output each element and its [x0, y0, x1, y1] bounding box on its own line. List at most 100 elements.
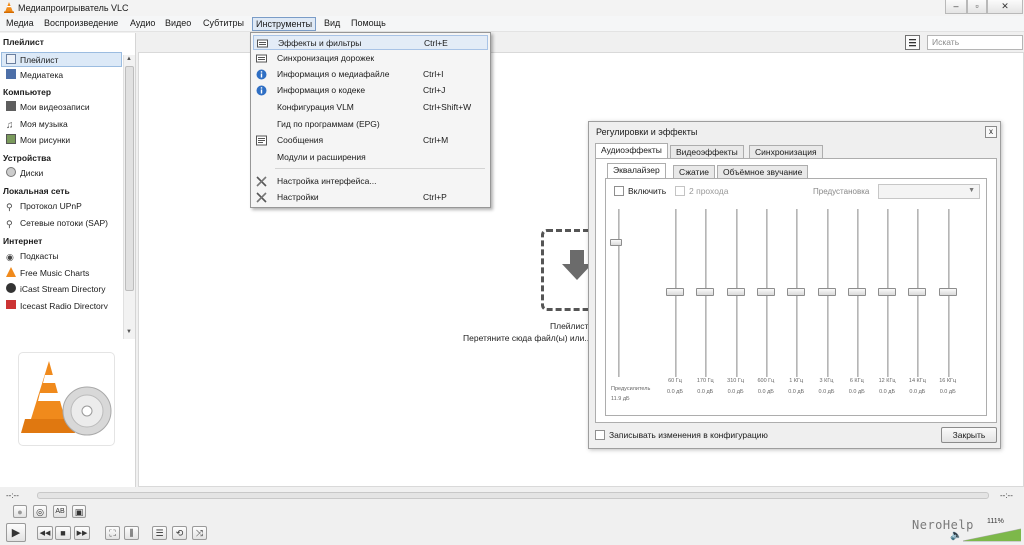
menu-item-vlm[interactable]: Конфигурация VLM Ctrl+Shift+W: [253, 100, 488, 115]
minimize-button[interactable]: –: [945, 0, 967, 14]
menu-view[interactable]: Вид: [321, 17, 343, 31]
sidebar-item-playlist[interactable]: Плейлист: [1, 52, 122, 67]
scrollbar-thumb[interactable]: [125, 66, 134, 291]
tab-audio-effects[interactable]: Аудиоэффекты: [595, 143, 668, 159]
preset-select[interactable]: ▼: [878, 184, 980, 199]
sidebar-item-podcasts[interactable]: ◉ Подкасты: [6, 249, 124, 264]
sidebar-item-my-videos[interactable]: Мои видеозаписи: [6, 100, 124, 115]
checkbox-box[interactable]: [595, 430, 605, 440]
speaker-icon[interactable]: 🔈: [950, 530, 962, 541]
menu-item-interface-settings[interactable]: Настройка интерфейса...: [253, 174, 488, 189]
eq-band-frequency: 170 Гц: [696, 378, 714, 384]
sidebar-item-discs[interactable]: Диски: [6, 166, 124, 181]
menu-item-codec-info[interactable]: Информация о кодеке Ctrl+J: [253, 83, 488, 98]
eq-band-knob[interactable]: [756, 288, 775, 296]
icast-icon: [6, 283, 16, 293]
next-button[interactable]: ▶▶: [74, 526, 90, 540]
tab-video-effects[interactable]: Видеоэффекты: [670, 145, 744, 159]
menu-video[interactable]: Видео: [162, 17, 194, 31]
menu-item-track-sync[interactable]: Синхронизация дорожек: [253, 51, 488, 66]
subtab-equalizer[interactable]: Эквалайзер: [607, 163, 666, 179]
sidebar-item-icecast[interactable]: Icecast Radio Directory: [6, 299, 124, 309]
eq-band-knob[interactable]: [878, 288, 897, 296]
search-input[interactable]: Искать: [927, 35, 1023, 50]
camera-icon: ◎: [36, 507, 44, 517]
vlc-cone-with-disc-icon: [21, 361, 112, 436]
menu-playback[interactable]: Воспроизведение: [41, 17, 121, 31]
frame-step-button[interactable]: ▣: [72, 505, 86, 518]
dialog-close-icon[interactable]: x: [985, 126, 997, 138]
menu-item-preferences[interactable]: Настройки Ctrl+P: [253, 190, 488, 205]
enable-checkbox[interactable]: Включить: [614, 186, 666, 196]
playlist-icon: [6, 54, 16, 64]
menu-item-media-info[interactable]: Информация о медиафайле Ctrl+I: [253, 67, 488, 82]
sidebar-scrollbar[interactable]: ▲ ▼: [123, 55, 135, 339]
sidebar-item-icast[interactable]: iCast Stream Directory: [6, 282, 124, 297]
scroll-down-arrow-icon[interactable]: ▼: [126, 329, 132, 335]
preamp-slider-track[interactable]: [618, 209, 620, 377]
tab-synchronization[interactable]: Синхронизация: [749, 145, 823, 159]
sidebar-item-free-music-charts[interactable]: Free Music Charts: [6, 266, 124, 281]
snapshot-button[interactable]: ◎: [33, 505, 47, 518]
maximize-button[interactable]: ▫: [967, 0, 987, 14]
fullscreen-button[interactable]: ⛶: [105, 526, 120, 540]
loop-ab-button[interactable]: AB: [53, 505, 67, 518]
volume-slider[interactable]: [962, 528, 1022, 542]
eq-band-knob[interactable]: [908, 288, 927, 296]
menu-media[interactable]: Медиа: [3, 17, 37, 31]
checkbox-box[interactable]: [675, 186, 685, 196]
playlist-view-button[interactable]: [905, 35, 920, 50]
sidebar-header-local-network: Локальная сеть: [3, 186, 70, 196]
sidebar-item-upnp[interactable]: ⚲ Протокол UPnP: [6, 199, 124, 214]
menu-item-effects-filters[interactable]: Эффекты и фильтры Ctrl+E: [253, 35, 488, 50]
menu-item-messages[interactable]: Сообщения Ctrl+M: [253, 133, 488, 148]
stop-button[interactable]: ■: [55, 526, 71, 540]
preamp-value: 11.9 дБ: [611, 396, 630, 402]
menu-help[interactable]: Помощь: [348, 17, 389, 31]
previous-button[interactable]: ◀◀: [37, 526, 53, 540]
playlist-empty-hint: Перетяните сюда файл(ы) или...: [463, 333, 588, 343]
eq-band-knob[interactable]: [696, 288, 715, 296]
previous-icon: ◀◀: [39, 530, 51, 537]
close-button[interactable]: Закрыть: [941, 427, 997, 443]
eq-band-knob[interactable]: [726, 288, 745, 296]
two-pass-checkbox[interactable]: 2 прохода: [675, 186, 728, 196]
info-icon: [256, 69, 267, 80]
audio-effects-panel: Эквалайзер Сжатие Объёмное звучание Вклю…: [595, 158, 997, 423]
menu-item-plugins[interactable]: Модули и расширения: [253, 150, 488, 165]
playlist-toggle-button[interactable]: ☰: [152, 526, 167, 540]
menu-audio[interactable]: Аудио: [127, 17, 158, 31]
eq-band-knob[interactable]: [817, 288, 836, 296]
shuffle-button[interactable]: ⤨: [192, 526, 207, 540]
menu-item-epg[interactable]: Гид по программам (EPG): [253, 117, 488, 132]
preamp-slider-knob[interactable]: [610, 239, 622, 246]
eq-band-knob[interactable]: [938, 288, 957, 296]
eq-band-knob[interactable]: [787, 288, 806, 296]
play-button[interactable]: ▶: [6, 523, 26, 542]
subtab-spatializer[interactable]: Объёмное звучание: [717, 165, 809, 179]
sidebar-item-my-music[interactable]: ♫ Моя музыка: [6, 117, 124, 132]
checkbox-box[interactable]: [614, 186, 624, 196]
subtab-compressor[interactable]: Сжатие: [673, 165, 715, 179]
save-config-checkbox[interactable]: Записывать изменения в конфигурацию: [595, 430, 768, 440]
network-icon: ⚲: [6, 202, 13, 212]
title-bar: Медиапроигрыватель VLC – ▫ ✕: [0, 0, 1024, 16]
seek-bar[interactable]: [37, 492, 989, 499]
record-button[interactable]: ●: [13, 505, 27, 518]
vlc-logo-icon: [4, 2, 14, 13]
sidebar-item-my-pictures[interactable]: Мои рисунки: [6, 133, 124, 148]
scroll-up-arrow-icon[interactable]: ▲: [126, 56, 132, 62]
sidebar-item-media-library[interactable]: Медиатека: [6, 68, 124, 83]
eq-band-knob[interactable]: [847, 288, 866, 296]
menu-subtitles[interactable]: Субтитры: [200, 17, 247, 31]
eq-band-value: 0.0 дБ: [818, 389, 835, 395]
library-icon: [6, 69, 16, 79]
extended-settings-button[interactable]: ⫼: [124, 526, 139, 540]
sidebar-item-sap[interactable]: ⚲ Сетевые потоки (SAP): [6, 216, 124, 231]
close-window-button[interactable]: ✕: [987, 0, 1023, 14]
messages-icon: [256, 135, 267, 146]
eq-band-knob[interactable]: [666, 288, 684, 296]
menu-tools[interactable]: Инструменты: [252, 17, 317, 31]
loop-button[interactable]: ⟲: [172, 526, 187, 540]
volume-control[interactable]: 🔈 111%: [950, 518, 1022, 542]
